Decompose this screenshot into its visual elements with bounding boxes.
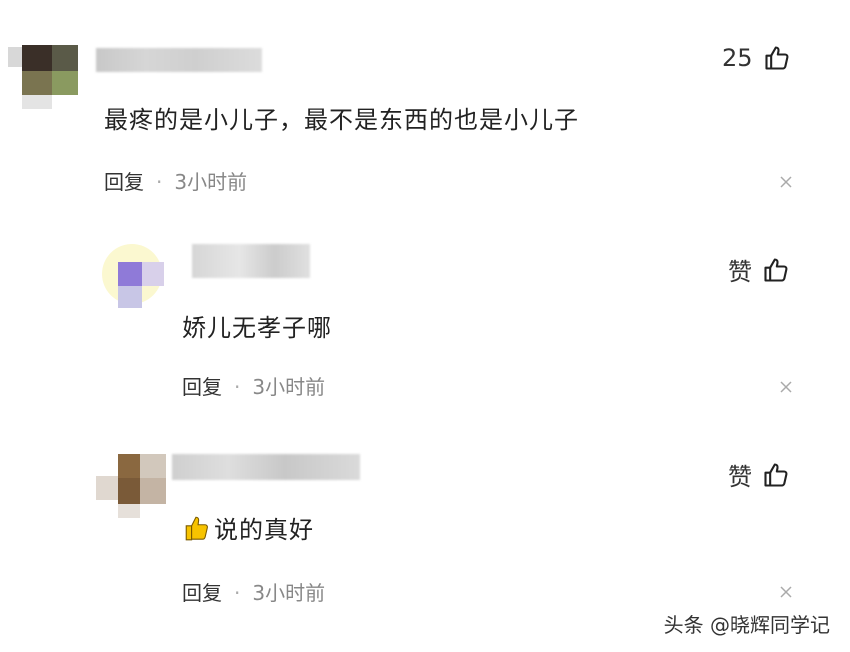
avatar[interactable]: [96, 436, 178, 520]
comment-text: 说的真好: [214, 516, 314, 544]
like-label: 赞: [728, 258, 752, 286]
like-button[interactable]: 赞: [728, 457, 790, 492]
avatar[interactable]: [98, 238, 178, 318]
comment-meta: 回复 · 3小时前: [104, 166, 247, 195]
thumbs-up-emoji-icon: [185, 516, 208, 541]
thumbs-up-icon: [764, 462, 788, 487]
thumbs-up-icon: [764, 257, 788, 282]
separator: ·: [234, 375, 241, 399]
separator: ·: [234, 581, 241, 605]
separator: ·: [156, 170, 163, 194]
comment-text: 最疼的是小儿子，最不是东西的也是小儿子: [104, 106, 579, 134]
like-label: 赞: [728, 463, 752, 491]
like-count: 25: [722, 44, 753, 72]
reply-button[interactable]: 回复: [104, 170, 144, 194]
reply-button[interactable]: 回复: [182, 581, 222, 605]
like-button[interactable]: 赞: [728, 252, 790, 287]
thumbs-up-icon: [764, 46, 789, 70]
timestamp: 3小时前: [252, 375, 326, 399]
username[interactable]: [172, 454, 360, 480]
watermark: 头条 @晓辉同学记: [663, 613, 830, 637]
like-button[interactable]: 25: [722, 44, 791, 72]
close-icon[interactable]: [779, 175, 793, 189]
timestamp: 3小时前: [174, 170, 248, 194]
avatar[interactable]: [8, 25, 88, 115]
close-icon[interactable]: [779, 380, 793, 394]
username[interactable]: [96, 48, 262, 72]
timestamp: 3小时前: [252, 581, 326, 605]
comment-text-row: 说的真好: [184, 510, 314, 545]
reply-button[interactable]: 回复: [182, 375, 222, 399]
close-icon[interactable]: [779, 585, 793, 599]
username[interactable]: [192, 244, 310, 278]
comment-meta: 回复 · 3小时前: [182, 577, 325, 606]
comment-text: 娇儿无孝子哪: [182, 314, 332, 342]
comment-meta: 回复 · 3小时前: [182, 371, 325, 400]
